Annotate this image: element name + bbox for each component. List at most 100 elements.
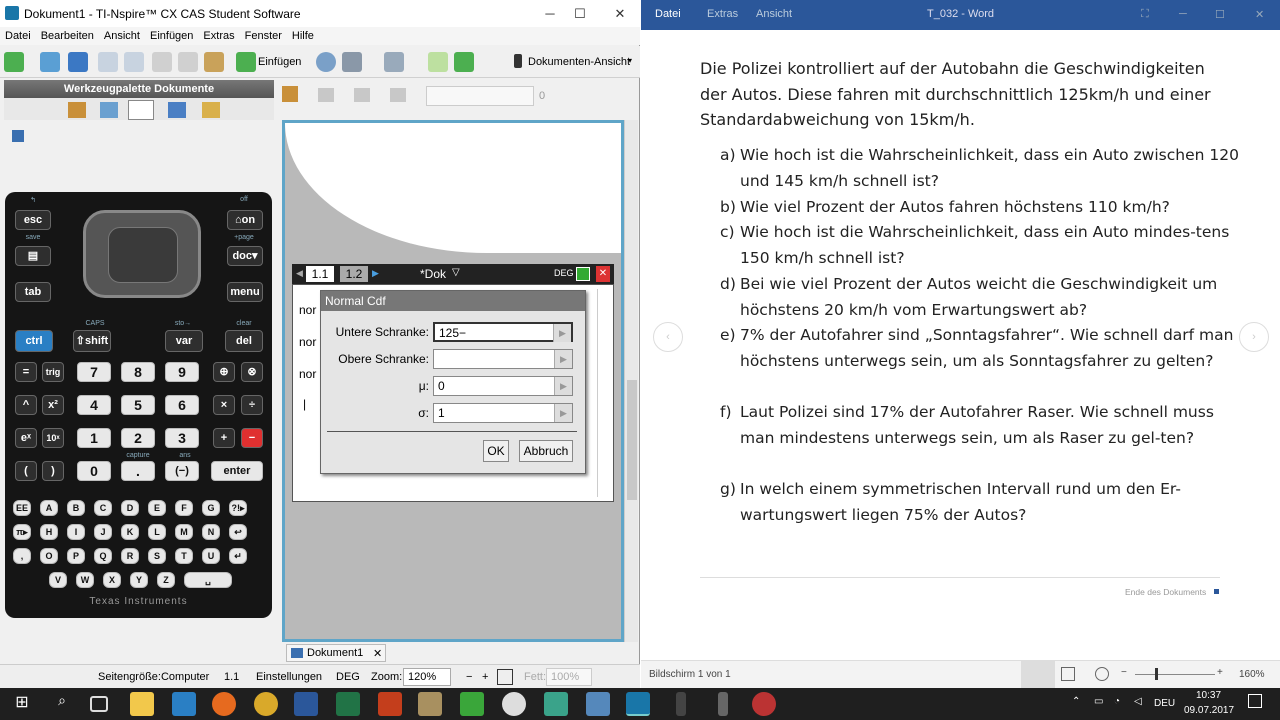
- new-document-icon[interactable]: [4, 52, 24, 72]
- redo-icon[interactable]: [124, 52, 144, 72]
- app-icon[interactable]: [586, 692, 610, 716]
- arrow-right-icon[interactable]: ▶: [554, 350, 572, 368]
- arrow-right-icon[interactable]: ▶: [554, 404, 572, 422]
- ti-nspire-taskbar-icon[interactable]: [626, 692, 650, 716]
- menu-extras[interactable]: Extras: [198, 30, 239, 42]
- key-alpha[interactable]: D: [121, 500, 139, 516]
- app-icon[interactable]: [418, 692, 442, 716]
- clock-date[interactable]: 09.07.2017: [1184, 705, 1234, 716]
- key-dot[interactable]: .: [121, 461, 155, 481]
- print-layout-icon[interactable]: [1061, 667, 1075, 681]
- key-esc[interactable]: esc: [15, 210, 51, 230]
- key-alpha[interactable]: EE: [13, 500, 31, 516]
- open-folder-icon[interactable]: [40, 52, 60, 72]
- undo-icon[interactable]: [98, 52, 118, 72]
- bold-select[interactable]: 100%: [546, 668, 592, 686]
- notification-icon[interactable]: [1248, 694, 1262, 708]
- ok-button[interactable]: OK: [483, 440, 509, 462]
- settings-app-icon[interactable]: [502, 692, 526, 716]
- key-template[interactable]: ⊕: [213, 362, 235, 382]
- key-alpha[interactable]: ↩: [229, 524, 247, 540]
- key-alpha[interactable]: X: [103, 572, 121, 588]
- zoom-slider-thumb[interactable]: [1155, 668, 1158, 680]
- key-3[interactable]: 3: [165, 428, 199, 448]
- key-shift[interactable]: ⇧shift: [73, 330, 111, 352]
- chevron-down-icon[interactable]: ▽: [452, 267, 460, 278]
- key-alpha[interactable]: H: [40, 524, 58, 540]
- key-4[interactable]: 4: [77, 395, 111, 415]
- key-alpha[interactable]: F: [175, 500, 193, 516]
- entry-cursor[interactable]: |: [303, 397, 306, 411]
- word-menu-ansicht[interactable]: Ansicht: [756, 8, 792, 20]
- page-scrollbar[interactable]: [597, 289, 609, 497]
- handheld-tab-icon[interactable]: [128, 100, 154, 120]
- menu-ansicht[interactable]: Ansicht: [99, 30, 145, 42]
- close-icon[interactable]: ✕: [602, 0, 638, 27]
- key-alpha[interactable]: E: [148, 500, 166, 516]
- file-explorer-icon[interactable]: [130, 692, 154, 716]
- tab-page-1-2[interactable]: 1.2: [340, 266, 368, 282]
- key-scratchpad[interactable]: ▤: [15, 246, 51, 266]
- web-layout-icon[interactable]: [1095, 667, 1109, 681]
- minimize-icon[interactable]: ─: [1179, 8, 1187, 20]
- font-selector[interactable]: [426, 86, 534, 106]
- key-2[interactable]: 2: [121, 428, 155, 448]
- chrome-icon[interactable]: [254, 692, 278, 716]
- zoom-slider[interactable]: [1135, 674, 1215, 675]
- word-menu-datei[interactable]: Datei: [655, 8, 681, 20]
- key-alpha[interactable]: ↵: [229, 548, 247, 564]
- insert-label[interactable]: Einfügen: [258, 56, 301, 68]
- menu-fenster[interactable]: Fenster: [240, 30, 287, 42]
- key-alpha[interactable]: N: [202, 524, 220, 540]
- key-alpha[interactable]: J: [94, 524, 112, 540]
- touchpad-center[interactable]: [108, 227, 178, 283]
- key-alpha[interactable]: M: [175, 524, 193, 540]
- tab-page-1-1[interactable]: 1.1: [306, 266, 334, 282]
- app-icon[interactable]: [752, 692, 776, 716]
- layout-icon[interactable]: [384, 52, 404, 72]
- word-menu-extras[interactable]: Extras: [707, 8, 738, 20]
- insert-icon[interactable]: [236, 52, 256, 72]
- key-doc[interactable]: doc▾: [227, 246, 263, 266]
- key-del[interactable]: del: [225, 330, 263, 352]
- lower-bound-input[interactable]: 125− ▶: [433, 322, 573, 342]
- arrow-right-icon[interactable]: ▶: [553, 324, 571, 342]
- paste-icon[interactable]: [204, 52, 224, 72]
- touchpad[interactable]: [83, 210, 201, 298]
- fit-page-icon[interactable]: [497, 669, 513, 685]
- document-tab-label[interactable]: Dokument1: [307, 647, 363, 659]
- key-alpha[interactable]: T: [175, 548, 193, 564]
- key-alpha[interactable]: Y: [130, 572, 148, 588]
- key-0[interactable]: 0: [77, 461, 111, 481]
- firefox-icon[interactable]: [212, 692, 236, 716]
- menu-einfuegen[interactable]: Einfügen: [145, 30, 198, 42]
- document-tab[interactable]: Dokument1 ✕: [286, 644, 386, 662]
- word-icon[interactable]: [294, 692, 318, 716]
- menu-hilfe[interactable]: Hilfe: [287, 30, 319, 42]
- phone-icon[interactable]: [676, 692, 686, 716]
- key-square[interactable]: x²: [42, 395, 64, 415]
- key-alpha[interactable]: Q: [94, 548, 112, 564]
- key-alpha[interactable]: ␣: [184, 572, 232, 588]
- key-tab[interactable]: tab: [15, 282, 51, 302]
- zoom-in-icon[interactable]: +: [1217, 667, 1223, 678]
- key-minus[interactable]: −: [241, 428, 263, 448]
- key-negative[interactable]: (−): [165, 461, 199, 481]
- tools-icon[interactable]: [68, 102, 86, 118]
- key-alpha[interactable]: Z: [157, 572, 175, 588]
- close-page-icon[interactable]: ✕: [596, 266, 610, 282]
- key-alpha[interactable]: P: [67, 548, 85, 564]
- key-equals[interactable]: =: [15, 362, 37, 382]
- arrow-right-icon[interactable]: ▶: [554, 377, 572, 395]
- key-alpha[interactable]: R: [121, 548, 139, 564]
- save-icon[interactable]: [68, 52, 88, 72]
- document-name[interactable]: *Dok: [420, 267, 446, 281]
- back-arrow-icon[interactable]: [428, 52, 448, 72]
- zoom-percent[interactable]: 160%: [1239, 669, 1265, 680]
- key-caret[interactable]: ^: [15, 395, 37, 415]
- sigma-input[interactable]: 1 ▶: [433, 403, 573, 423]
- tab-left-arrow-icon[interactable]: ◀: [296, 268, 303, 279]
- windows-start-icon[interactable]: ⊞: [10, 692, 34, 716]
- fullscreen-icon[interactable]: ⛶: [1141, 8, 1149, 21]
- key-1[interactable]: 1: [77, 428, 111, 448]
